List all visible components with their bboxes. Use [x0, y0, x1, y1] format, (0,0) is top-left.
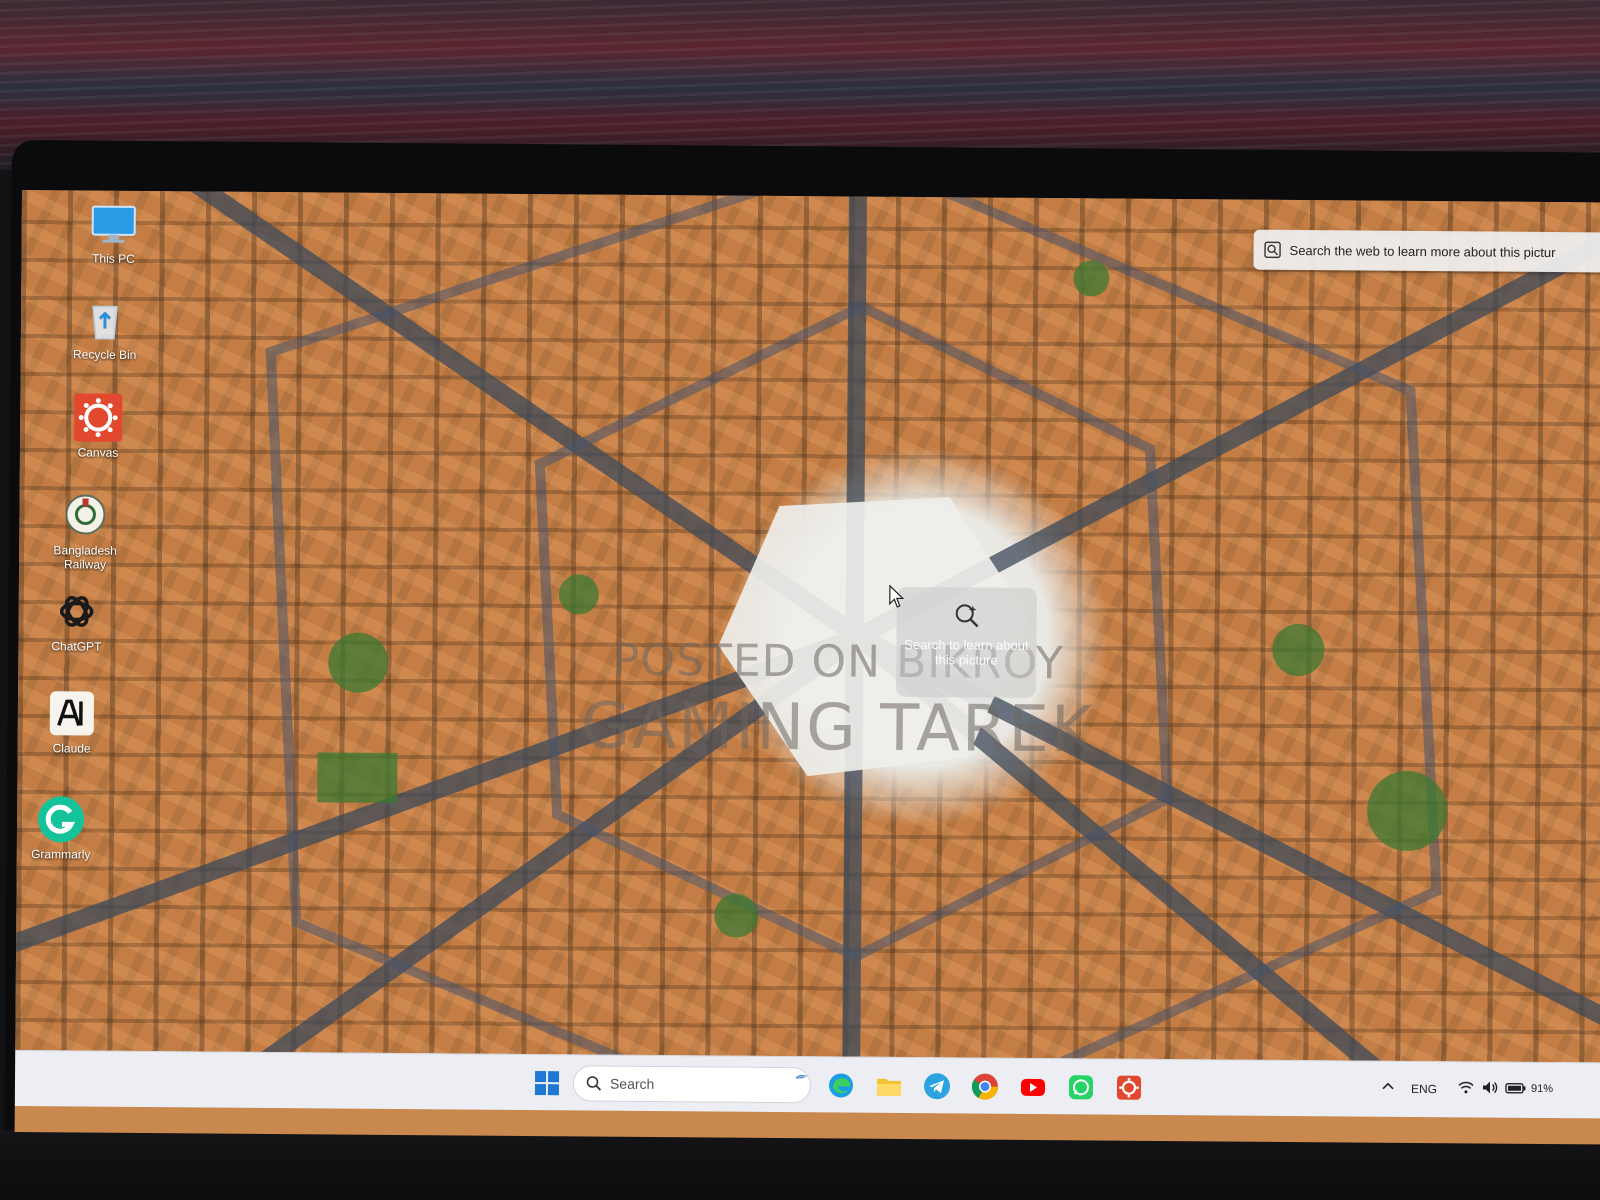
tray-battery-percent: 91% — [1530, 1082, 1554, 1096]
desktop-icon-this-pc[interactable]: This PC — [65, 198, 162, 266]
taskbar-search-box[interactable]: Search — [572, 1065, 812, 1104]
chrome-icon — [971, 1073, 998, 1100]
youtube-icon — [1020, 1078, 1046, 1097]
taskbar-youtube[interactable] — [1017, 1071, 1049, 1103]
tray-overflow-button[interactable] — [1379, 1078, 1397, 1099]
desktop-screen: POSTED ON BIKROY GAMING TAREK This PC Re… — [14, 190, 1600, 1145]
taskbar-telegram[interactable] — [921, 1070, 953, 1102]
desktop-icon-label: Bangladesh Railway — [53, 543, 117, 572]
search-icon — [586, 1076, 602, 1091]
taskbar-canvas[interactable] — [1113, 1072, 1145, 1104]
canvas-app-icon — [1116, 1075, 1142, 1100]
search-highlight-icon — [795, 1074, 808, 1079]
volume-icon — [1482, 1081, 1498, 1094]
desktop-icon-bangladesh-railway[interactable]: Bangladesh Railway — [37, 490, 134, 572]
desktop-icon-chatgpt[interactable]: ChatGPT — [28, 586, 125, 654]
desktop-icon-column: This PC Recycle Bin Canvas Bangladesh Ra… — [15, 190, 142, 1061]
image-search-icon — [1264, 241, 1281, 259]
desktop-icon-canvas[interactable]: Canvas — [50, 392, 147, 460]
chevron-up-icon — [1382, 1082, 1394, 1090]
tray-language[interactable]: ENG — [1411, 1082, 1437, 1096]
taskbar: Search ENG 91% — [14, 1049, 1600, 1119]
mouse-cursor-icon — [889, 584, 905, 608]
desktop-icon-label: Grammarly — [31, 847, 91, 862]
wifi-icon — [1458, 1081, 1474, 1094]
taskbar-search-placeholder: Search — [609, 1075, 655, 1092]
chatgpt-icon — [51, 586, 101, 636]
grammarly-icon — [36, 794, 86, 844]
telegram-icon — [923, 1073, 950, 1100]
desktop-icon-grammarly[interactable]: Grammarly — [15, 794, 110, 862]
this-pc-icon — [89, 199, 139, 249]
desktop-icon-label: Claude — [52, 741, 91, 756]
canvas-icon — [73, 392, 123, 442]
visual-search-bar[interactable]: Search the web to learn more about this … — [1253, 229, 1600, 273]
desktop-icon-label: ChatGPT — [51, 639, 102, 654]
desktop-icon-label: Recycle Bin — [72, 347, 137, 362]
windows-start-icon — [534, 1071, 560, 1096]
desktop-icon-claude[interactable]: Claude — [24, 688, 121, 756]
desktop-icon-label: This PC — [92, 251, 135, 266]
bangladesh-railway-icon — [60, 490, 110, 540]
recycle-bin-icon — [80, 294, 130, 344]
tray-battery[interactable] — [1505, 1079, 1527, 1100]
taskbar-chrome[interactable] — [969, 1070, 1001, 1102]
whatsapp-icon — [1068, 1075, 1094, 1100]
taskbar-whatsapp[interactable] — [1065, 1071, 1097, 1103]
start-button[interactable] — [531, 1067, 563, 1099]
visual-search-icon — [955, 604, 979, 628]
file-explorer-icon — [876, 1078, 902, 1096]
taskbar-edge[interactable] — [825, 1069, 857, 1101]
edge-icon — [828, 1073, 853, 1098]
claude-icon — [47, 688, 97, 738]
visual-search-bar-text: Search the web to learn more about this … — [1289, 242, 1556, 260]
tray-wifi[interactable] — [1457, 1078, 1475, 1099]
visual-search-badge-text: Search to learn about this picture — [904, 636, 1029, 668]
taskbar-file-explorer[interactable] — [873, 1070, 905, 1102]
battery-icon — [1505, 1082, 1526, 1094]
visual-search-badge[interactable]: Search to learn about this picture — [896, 586, 1037, 698]
desktop-icon-recycle-bin[interactable]: Recycle Bin — [57, 294, 154, 362]
tray-volume[interactable] — [1481, 1078, 1499, 1099]
wallpaper-streets — [15, 190, 1600, 1073]
desktop-icon-label: Canvas — [77, 445, 119, 460]
